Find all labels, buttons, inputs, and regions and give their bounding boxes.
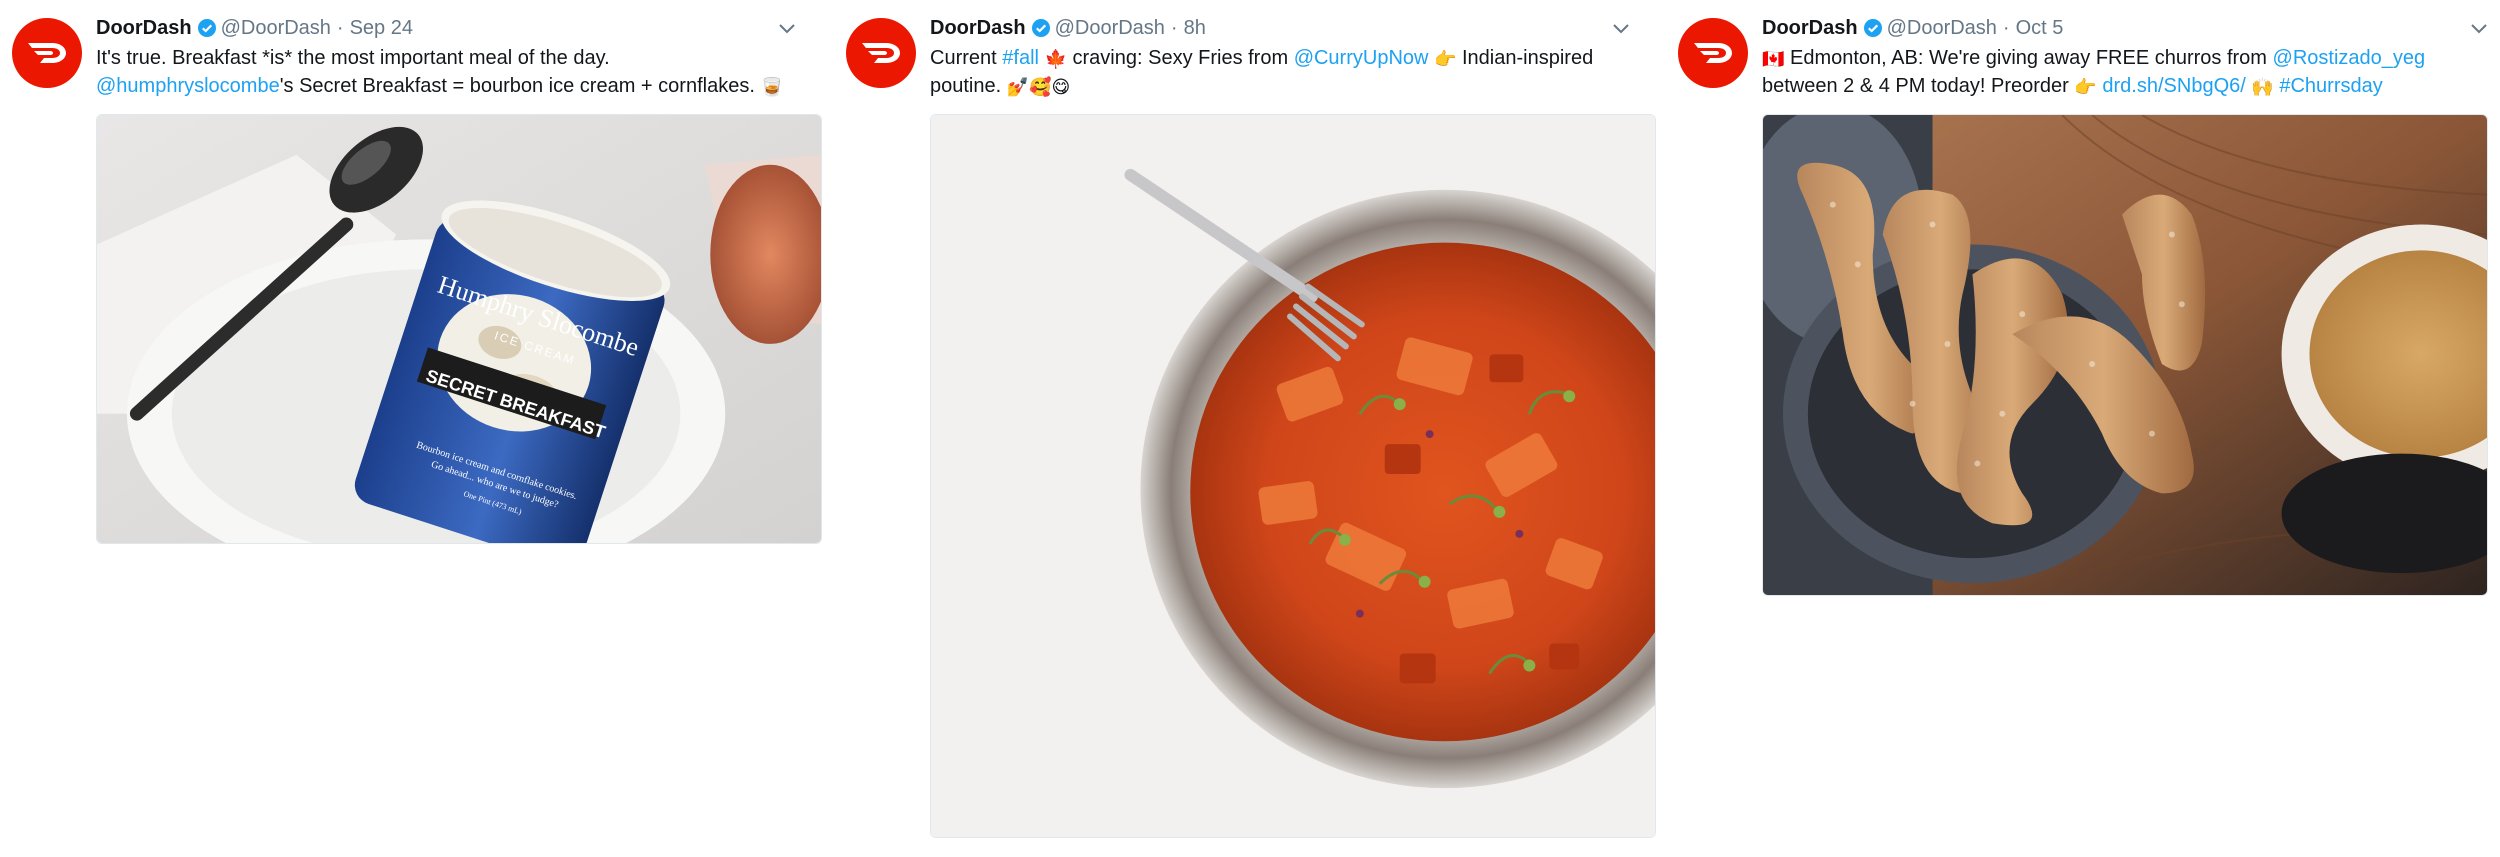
tweet-timestamp[interactable]: Oct 5 [2016,16,2064,40]
tweet-text: It's true. Breakfast *is* the most impor… [96,44,796,100]
chevron-down-icon[interactable] [2468,18,2490,40]
author-handle[interactable]: @DoorDash [1887,16,1997,40]
tweet-text: 🇨🇦 Edmonton, AB: We're giving away FREE … [1762,44,2462,100]
raised-hands-emoji: 🙌 [2251,77,2274,97]
doordash-avatar[interactable] [846,18,916,88]
pointing-hand-emoji: 👉 [1434,49,1457,69]
hashtag-link[interactable]: #Churrsday [2279,75,2382,97]
maple-leaf-emoji: 🍁 [1044,49,1067,69]
author-name[interactable]: DoorDash [930,16,1026,40]
author-handle[interactable]: @DoorDash [1055,16,1165,40]
canada-flag-emoji: 🇨🇦 [1762,49,1785,69]
tweet-text-line: 's Secret Breakfast = bourbon ice cream … [279,75,755,97]
chevron-down-icon[interactable] [776,18,798,40]
tweet-photo[interactable]: Humphry Slocombe ICE CREAM SECRET BREAKF… [96,114,822,544]
doordash-logo-icon [862,43,900,63]
tweet-text-word: poutine. [930,75,1002,97]
tweet-card-3[interactable]: DoorDash @DoorDash · Oct 5 🇨🇦 Edmonton, … [1666,0,2488,857]
author-name[interactable]: DoorDash [1762,16,1858,40]
author-name[interactable]: DoorDash [96,16,192,40]
tweet-text-line: It's true. Breakfast *is* the most impor… [96,47,610,69]
tumbler-glass-emoji: 🥃 [760,77,783,97]
doordash-avatar[interactable] [1678,18,1748,88]
separator-dot: · [1170,17,1178,39]
tweet-text-word: Current [930,47,997,69]
url-link[interactable]: drd.sh/SNbgQ6/ [2102,75,2245,97]
tweet-timestamp[interactable]: 8h [1184,16,1206,40]
emoji-group: 💅🥰😋 [1006,77,1071,97]
separator-dot: · [336,17,344,39]
tweet-timestamp[interactable]: Sep 24 [350,16,413,40]
doordash-logo-icon [28,43,66,63]
mention-link[interactable]: @humphryslocombe [96,75,280,97]
tweet-photo[interactable] [1762,114,2488,596]
doordash-logo-icon [1694,43,1732,63]
verified-badge-icon [1031,19,1050,37]
verified-badge-icon [1863,19,1882,37]
separator-dot: · [2002,17,2010,39]
tweet-text-line: craving: Sexy Fries from [1072,47,1289,69]
pointing-hand-emoji: 👉 [2074,77,2097,97]
verified-badge-icon [197,19,216,37]
tweet-photo[interactable] [930,114,1656,838]
tweet-text-line: between 2 & 4 PM today! Preorder [1762,75,2069,97]
tweet-text-word: Indian-inspired [1462,47,1594,69]
doordash-avatar[interactable] [12,18,82,88]
tweet-text: Current #fall 🍁 craving: Sexy Fries from… [930,44,1630,100]
chevron-down-icon[interactable] [1610,18,1632,40]
hashtag-link[interactable]: #fall [1002,47,1039,69]
tweet-card-1[interactable]: DoorDash @DoorDash · Sep 24 It's true. B… [0,0,822,857]
mention-link[interactable]: @Rostizado_yeg [2273,47,2426,69]
mention-link[interactable]: @CurryUpNow [1294,47,1429,69]
author-handle[interactable]: @DoorDash [221,16,331,40]
tweet-card-2[interactable]: DoorDash @DoorDash · 8h Current #fall 🍁 … [834,0,1656,857]
tweet-text-line: Edmonton, AB: We're giving away FREE chu… [1789,47,2267,69]
